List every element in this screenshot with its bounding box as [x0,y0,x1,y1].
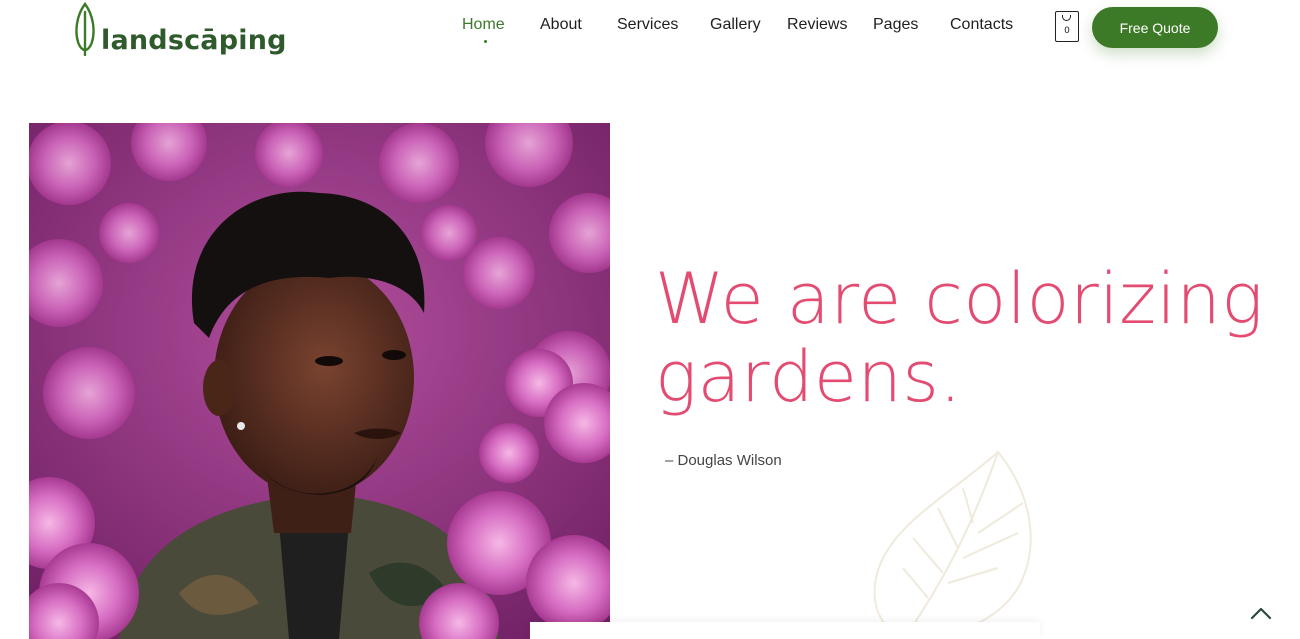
nav-item-home[interactable]: Home [462,16,505,34]
nav-item-services[interactable]: Services [617,16,678,34]
chevron-up-icon[interactable] [1247,603,1275,625]
nav-item-gallery[interactable]: Gallery [710,16,761,34]
content-panel [530,622,1040,639]
decorative-leaf-icon [873,450,1032,637]
shopping-bag-icon [1062,15,1071,21]
hero-headline-line-2: gardens. [655,336,963,418]
hero-headline-line-1: We are colorizing [655,258,1264,340]
hero-headline: We are colorizing gardens. [655,260,1295,416]
quote-author: – Douglas Wilson [665,452,782,469]
active-indicator-dot [484,40,487,43]
site-header: landscāping Home About Services Gallery … [0,0,1300,62]
hero-image [29,123,610,639]
nav-item-pages[interactable]: Pages [873,16,918,34]
portrait-illustration [29,123,610,639]
nav-item-about[interactable]: About [540,16,582,34]
free-quote-button[interactable]: Free Quote [1092,7,1218,48]
cart-count: 0 [1064,26,1070,36]
cart-button[interactable]: 0 [1055,11,1079,42]
nav-item-reviews[interactable]: Reviews [787,16,847,34]
nav-item-contacts[interactable]: Contacts [950,16,1013,34]
